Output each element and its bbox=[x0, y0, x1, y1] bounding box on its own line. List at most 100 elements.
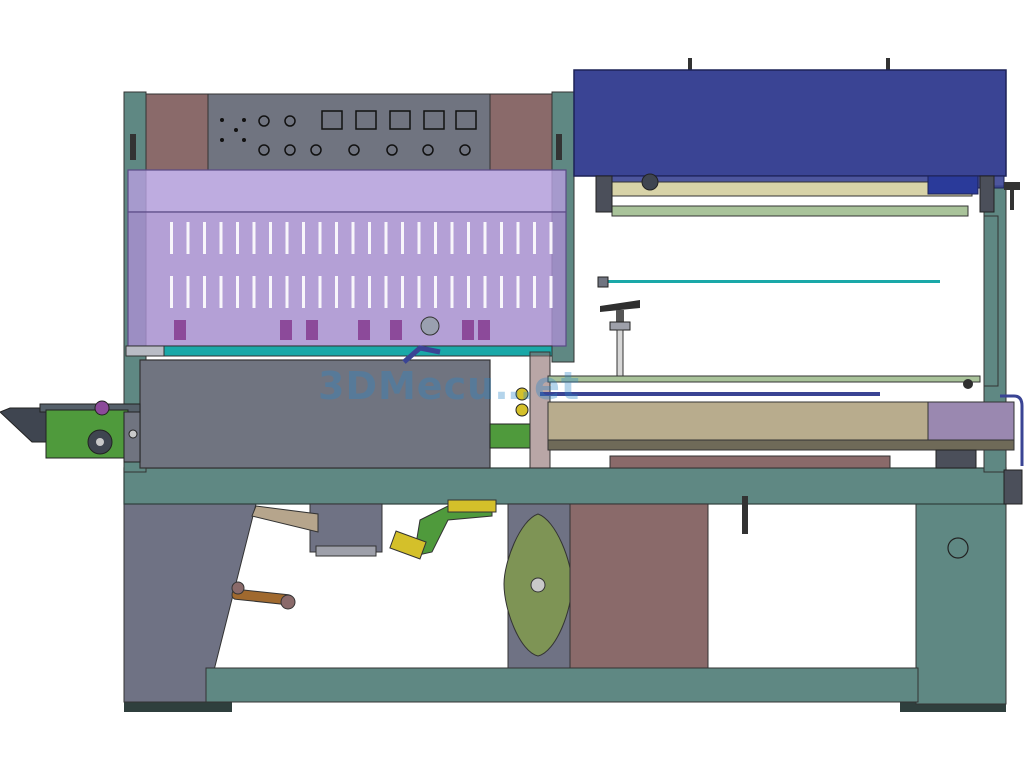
handwheel-assembly bbox=[600, 300, 640, 377]
tunnel-slot bbox=[516, 222, 520, 254]
tunnel-slot bbox=[302, 222, 305, 254]
bolt-down bbox=[742, 496, 748, 534]
transfer-roll-2 bbox=[515, 403, 529, 417]
bottom-rail bbox=[205, 667, 919, 703]
table-rail-top bbox=[547, 375, 981, 383]
roller-bracket-left bbox=[595, 175, 613, 213]
tunnel-slot bbox=[516, 276, 520, 308]
lower-cabinet bbox=[139, 359, 491, 469]
tunnel-slot bbox=[318, 222, 322, 254]
panel-latch-right bbox=[556, 134, 562, 160]
tunnel-slot bbox=[368, 276, 371, 308]
brown-block bbox=[569, 503, 709, 669]
tunnel-base-strip bbox=[163, 345, 553, 357]
tunnel-slot bbox=[302, 276, 305, 308]
roller-lower bbox=[611, 205, 969, 217]
lever-end bbox=[280, 594, 296, 610]
tunnel-slot bbox=[549, 222, 553, 254]
shrink-tunnel bbox=[125, 169, 567, 357]
motor-base bbox=[315, 545, 377, 557]
tunnel-slot bbox=[203, 276, 206, 308]
tunnel-slot bbox=[219, 276, 223, 308]
tunnel-slot bbox=[236, 222, 239, 254]
tunnel-slot bbox=[417, 222, 421, 254]
tunnel-slot bbox=[450, 276, 454, 308]
right-handle-rod bbox=[1010, 186, 1014, 210]
tunnel-slot bbox=[417, 276, 421, 308]
film-roll-hood bbox=[573, 58, 1007, 189]
dot-5 bbox=[242, 118, 246, 122]
roller-drive bbox=[927, 175, 979, 195]
panel-left-cheek bbox=[145, 93, 209, 171]
main-beam bbox=[123, 467, 1007, 505]
tunnel-slot bbox=[219, 222, 223, 254]
tunnel-slot bbox=[170, 222, 173, 254]
right-end-clip bbox=[1003, 469, 1023, 505]
roller-upper bbox=[611, 181, 973, 197]
infeed-side-bolt bbox=[128, 429, 138, 439]
tunnel-slot bbox=[351, 222, 355, 254]
cad-render-canvas: 3DMecu…et bbox=[0, 0, 1024, 768]
tunnel-slot bbox=[351, 276, 355, 308]
tunnel-slot bbox=[483, 222, 487, 254]
right-leg bbox=[915, 503, 1007, 705]
roller-wheel bbox=[641, 173, 659, 191]
conveyor-infeed bbox=[0, 400, 141, 463]
table-edge bbox=[547, 439, 1015, 451]
tunnel-slot bbox=[434, 276, 437, 308]
dot-1 bbox=[220, 118, 224, 122]
infeed-roller bbox=[94, 400, 110, 416]
tunnel-slot bbox=[269, 276, 272, 308]
tunnel-slot bbox=[549, 276, 553, 308]
table-plate bbox=[547, 401, 929, 441]
transfer-green bbox=[489, 423, 531, 449]
table-rail-blue bbox=[540, 392, 880, 396]
motor-box bbox=[309, 503, 383, 553]
dot-3 bbox=[220, 138, 224, 142]
tunnel-slot bbox=[401, 222, 404, 254]
transfer-roll-1 bbox=[515, 387, 529, 401]
tunnel-slot bbox=[500, 222, 503, 254]
panel-face bbox=[207, 93, 491, 171]
infeed-gear-hub bbox=[96, 438, 104, 446]
tunnel-slot bbox=[533, 222, 536, 254]
tunnel-slot bbox=[467, 276, 470, 308]
tunnel-slot bbox=[533, 276, 536, 308]
table-connector bbox=[963, 379, 973, 389]
transfer-post bbox=[529, 351, 551, 469]
tunnel-lug-7 bbox=[478, 320, 490, 340]
tunnel-base-plate bbox=[125, 345, 165, 357]
handwheel-screw bbox=[616, 329, 624, 377]
tunnel-slot bbox=[252, 222, 256, 254]
tunnel-slot bbox=[252, 276, 256, 308]
right-guide bbox=[983, 215, 999, 387]
table-end-box bbox=[927, 401, 1015, 441]
tunnel-lug-3 bbox=[306, 320, 318, 340]
infeed-tip bbox=[0, 407, 47, 443]
seal-bar-knob bbox=[597, 276, 609, 288]
table-foot-right bbox=[935, 449, 977, 469]
tunnel-slot bbox=[285, 222, 289, 254]
lever-pivot bbox=[231, 581, 245, 595]
control-panel bbox=[130, 93, 562, 171]
infeed-green-block bbox=[45, 409, 129, 459]
under-mechanism bbox=[231, 496, 748, 669]
panel-right-cheek bbox=[489, 93, 553, 171]
tunnel-slot bbox=[450, 222, 454, 254]
panel-latch-left bbox=[130, 134, 136, 160]
tunnel-slot bbox=[483, 276, 487, 308]
tunnel-slot bbox=[186, 276, 190, 308]
tunnel-lug-1 bbox=[174, 320, 186, 340]
tunnel-slot bbox=[434, 222, 437, 254]
tunnel-slot bbox=[186, 222, 190, 254]
hood-cover bbox=[573, 69, 1007, 177]
tunnel-lug-4 bbox=[358, 320, 370, 340]
linkage-yellow-2 bbox=[447, 499, 497, 513]
tunnel-slot bbox=[401, 276, 404, 308]
roller-bracket-right bbox=[979, 175, 995, 213]
seal-bar bbox=[606, 280, 940, 283]
tunnel-slot bbox=[170, 276, 173, 308]
handwheel-collar bbox=[609, 321, 631, 331]
tunnel-slot bbox=[500, 276, 503, 308]
tunnel-slot bbox=[384, 222, 388, 254]
